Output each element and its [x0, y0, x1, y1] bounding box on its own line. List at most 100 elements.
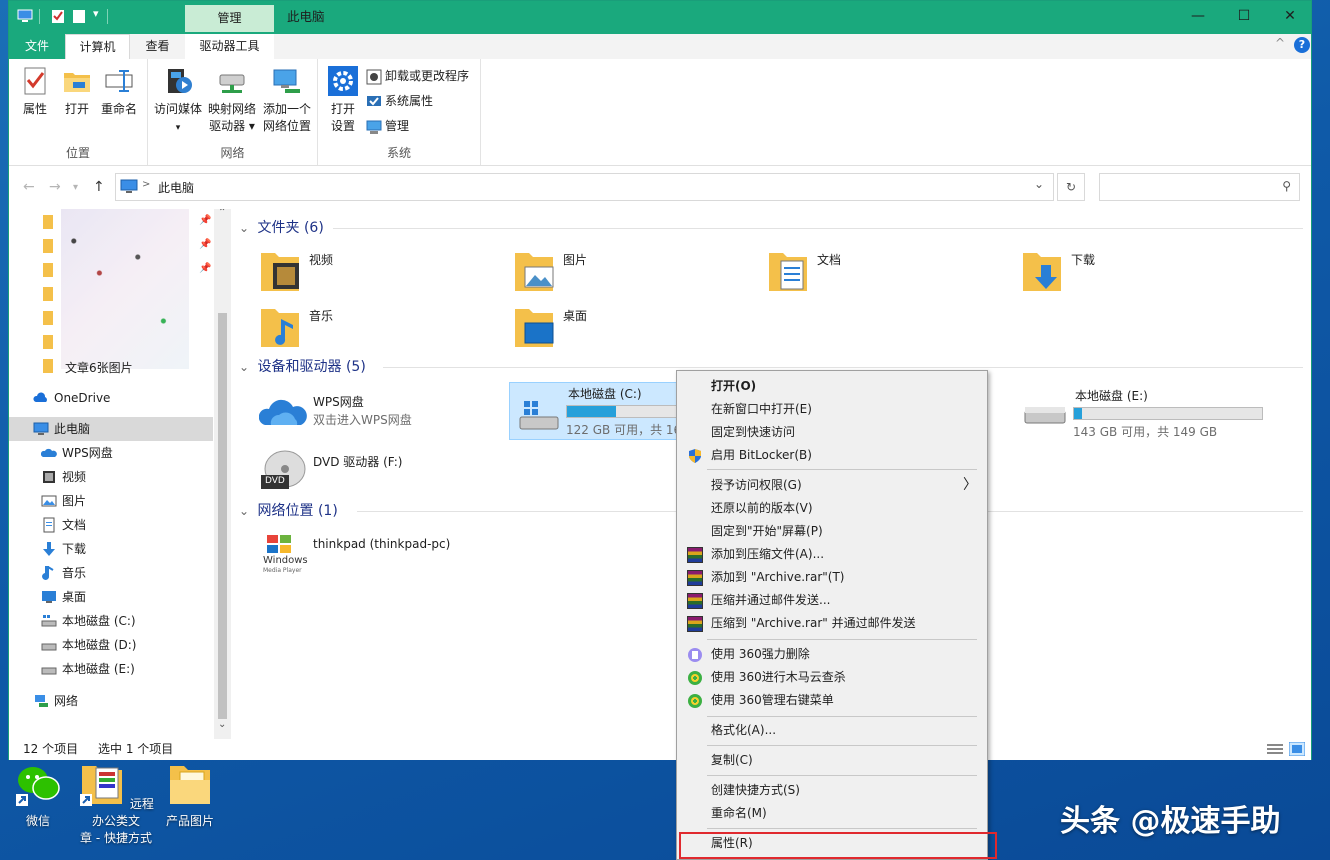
tab-file[interactable]: 文件	[9, 34, 65, 59]
up-button[interactable]: ↑	[93, 179, 105, 195]
winrar-icon	[687, 547, 703, 563]
collapse-ribbon-button[interactable]: ^	[1275, 36, 1285, 50]
menu-item-open-new-window[interactable]: 在新窗口中打开(E)	[679, 398, 985, 421]
minimize-button[interactable]: —	[1175, 1, 1221, 32]
sidebar-item-desktop[interactable]: 桌面	[9, 585, 213, 609]
network-section-header[interactable]: ⌄ 网络位置 (1)	[239, 500, 338, 522]
menu-item-360-delete[interactable]: 使用 360强力删除	[679, 643, 985, 666]
manage-tab[interactable]: 管理	[185, 5, 274, 32]
menu-item-360-menu[interactable]: 使用 360管理右键菜单	[679, 689, 985, 712]
desktop-icon-remote-shortcut[interactable]: 远程办公类文 章 - 快捷方式	[74, 762, 158, 847]
wps-cloud-icon	[259, 393, 307, 429]
manage-button[interactable]: 管理	[366, 115, 409, 137]
sidebar-item-downloads[interactable]: 下载	[9, 537, 213, 561]
address-dropdown-button[interactable]: ⌄	[1034, 177, 1044, 191]
close-button[interactable]: ✕	[1267, 1, 1313, 32]
folder-documents[interactable]: 文档	[767, 247, 1007, 295]
sidebar-item-onedrive[interactable]: OneDrive	[9, 386, 213, 410]
add-network-location-button[interactable]: 添加一个 网络位置	[260, 65, 314, 135]
wps-drive-item[interactable]: WPS网盘 双击进入WPS网盘	[259, 389, 499, 445]
uninstall-icon	[366, 69, 382, 85]
drive-e-item[interactable]: 本地磁盘 (E:) 143 GB 可用，共 149 GB	[1021, 385, 1271, 441]
dvd-drive-item[interactable]: DVD DVD 驱动器 (F:)	[259, 447, 499, 503]
rename-button[interactable]: 重命名	[99, 65, 139, 118]
nav-scrollbar[interactable]: ⌃ ⌄	[214, 209, 231, 739]
desktop-icon-product-images[interactable]: 产品图片	[160, 762, 220, 830]
menu-item-format[interactable]: 格式化(A)...	[679, 719, 985, 742]
uninstall-programs-button[interactable]: 卸载或更改程序	[366, 65, 469, 87]
menu-item-compress-rar-email[interactable]: 压缩到 "Archive.rar" 并通过邮件发送	[679, 612, 985, 635]
properties-icon	[19, 65, 51, 97]
network-location-item[interactable]: Windows Media Player thinkpad (thinkpad-…	[259, 533, 499, 589]
sidebar-item-network[interactable]: 网络	[9, 689, 213, 713]
folders-section-header[interactable]: ⌄ 文件夹 (6)	[239, 217, 324, 239]
properties-button[interactable]: 属性	[17, 65, 53, 118]
title-bar: ▾ 管理 此电脑 — ☐ ✕	[9, 1, 1311, 32]
quick-access-dropdown[interactable]: ▾	[93, 7, 99, 22]
system-properties-button[interactable]: 系统属性	[366, 90, 433, 112]
sidebar-item-music[interactable]: 音乐	[9, 561, 213, 585]
recent-locations-button[interactable]: ▾	[73, 182, 78, 193]
properties-check-icon[interactable]	[51, 9, 65, 24]
picture-folder-icon	[513, 247, 557, 295]
desktop-icon	[41, 589, 57, 605]
folder-downloads[interactable]: 下载	[1021, 247, 1261, 295]
computer-icon[interactable]	[17, 9, 33, 24]
tab-drive-tools[interactable]: 驱动器工具	[185, 34, 274, 59]
ribbon-group-label: 位置	[9, 144, 147, 161]
sidebar-item-documents[interactable]: 文档	[9, 513, 213, 537]
menu-item-compress-email[interactable]: 压缩并通过邮件发送...	[679, 589, 985, 612]
sidebar-item-drive-e[interactable]: 本地磁盘 (E:)	[9, 657, 213, 681]
forward-button[interactable]: →	[49, 179, 61, 195]
ribbon: 属性 打开 重命名 位置 访问媒体 ▾ 映射网络 驱动器 ▾	[9, 59, 1311, 166]
map-network-drive-button[interactable]: 映射网络 驱动器 ▾	[206, 65, 258, 135]
menu-item-restore-versions[interactable]: 还原以前的版本(V)	[679, 497, 985, 520]
menu-item-copy[interactable]: 复制(C)	[679, 749, 985, 772]
new-folder-icon[interactable]	[73, 9, 85, 24]
recent-item-label[interactable]: 文章6张图片	[65, 359, 133, 376]
scroll-up-button[interactable]: ⌃	[218, 209, 226, 218]
breadcrumb-separator[interactable]: >	[142, 179, 150, 190]
menu-item-add-archive-rar[interactable]: 添加到 "Archive.rar"(T)	[679, 566, 985, 589]
menu-item-grant-access[interactable]: 授予访问权限(G) 〉	[679, 474, 985, 497]
status-bar: 12 个项目 选中 1 个项目	[9, 739, 1311, 760]
tab-view[interactable]: 查看	[130, 34, 185, 59]
large-icons-view-icon[interactable]	[1289, 742, 1305, 756]
folder-pictures[interactable]: 图片	[513, 247, 753, 295]
sidebar-item-drive-c[interactable]: 本地磁盘 (C:)	[9, 609, 213, 633]
desktop-icon-wechat[interactable]: 微信	[8, 762, 68, 830]
search-input[interactable]: ⚲	[1099, 173, 1300, 201]
sidebar-item-videos[interactable]: 视频	[9, 465, 213, 489]
folder-desktop[interactable]: 桌面	[513, 303, 753, 351]
menu-item-360-scan[interactable]: 使用 360进行木马云查杀	[679, 666, 985, 689]
folder-videos[interactable]: 视频	[259, 247, 499, 295]
menu-item-pin-start[interactable]: 固定到"开始"屏幕(P)	[679, 520, 985, 543]
help-icon[interactable]: ?	[1294, 37, 1310, 53]
scroll-down-button[interactable]: ⌄	[218, 719, 226, 730]
devices-section-header[interactable]: ⌄ 设备和驱动器 (5)	[239, 356, 366, 378]
sidebar-item-wps[interactable]: WPS网盘	[9, 441, 213, 465]
menu-item-bitlocker[interactable]: 启用 BitLocker(B)	[679, 444, 985, 467]
menu-item-rename[interactable]: 重命名(M)	[679, 802, 985, 825]
wechat-icon	[14, 762, 62, 806]
refresh-button[interactable]: ↻	[1057, 173, 1085, 201]
sidebar-item-this-pc[interactable]: 此电脑	[9, 417, 213, 441]
tab-computer[interactable]: 计算机	[65, 34, 130, 59]
chevron-down-icon: ⌄	[239, 504, 249, 518]
menu-item-add-archive[interactable]: 添加到压缩文件(A)...	[679, 543, 985, 566]
open-settings-button[interactable]: 打开 设置	[326, 65, 360, 135]
menu-item-create-shortcut[interactable]: 创建快捷方式(S)	[679, 779, 985, 802]
menu-item-pin-quick-access[interactable]: 固定到快速访问	[679, 421, 985, 444]
back-button[interactable]: ←	[23, 179, 35, 195]
folder-music[interactable]: 音乐	[259, 303, 499, 351]
details-view-icon[interactable]	[1267, 743, 1283, 755]
breadcrumb[interactable]: 此电脑	[158, 179, 194, 196]
scrollbar-thumb[interactable]	[218, 313, 227, 719]
menu-item-open[interactable]: 打开(O)	[679, 375, 985, 398]
maximize-button[interactable]: ☐	[1221, 1, 1267, 32]
open-button[interactable]: 打开	[59, 65, 95, 118]
access-media-button[interactable]: 访问媒体 ▾	[152, 65, 204, 137]
sidebar-item-pictures[interactable]: 图片	[9, 489, 213, 513]
address-bar[interactable]: > 此电脑 ⌄	[115, 173, 1054, 201]
sidebar-item-drive-d[interactable]: 本地磁盘 (D:)	[9, 633, 213, 657]
